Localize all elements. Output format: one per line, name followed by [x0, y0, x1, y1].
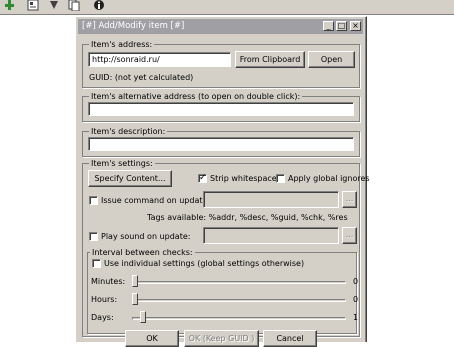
- settings-group: Item's settings: Specify Content... ✓ St…: [82, 159, 370, 337]
- maximize-button[interactable]: □: [336, 21, 347, 31]
- interval-group-label: Interval between checks:: [90, 248, 195, 257]
- command-input[interactable]: [203, 191, 339, 208]
- use-individual-settings-checkbox[interactable]: [92, 259, 101, 268]
- minutes-value: 0: [353, 277, 359, 286]
- browse-command-button[interactable]: ...: [342, 191, 357, 208]
- alt-address-input[interactable]: [88, 102, 354, 116]
- copy-icon[interactable]: [68, 0, 80, 11]
- dialog-title: [#] Add/Modify item [#]: [82, 21, 185, 31]
- address-group-label: Item's address:: [89, 40, 155, 49]
- alt-address-group: Item's alternative address (to open on d…: [82, 92, 360, 122]
- add-icon[interactable]: [4, 0, 16, 11]
- days-label: Days:: [91, 313, 114, 322]
- refresh-icon[interactable]: [48, 0, 60, 11]
- open-button[interactable]: Open: [308, 51, 355, 68]
- info-icon[interactable]: [93, 0, 105, 11]
- alt-address-group-label: Item's alternative address (to open on d…: [89, 92, 303, 101]
- interval-group: Interval between checks: Use individual …: [87, 248, 359, 334]
- browse-sound-button[interactable]: ...: [342, 227, 357, 244]
- days-slider-track: [132, 317, 346, 320]
- issue-command-label: Issue command on update:: [101, 196, 211, 205]
- ok-keep-guid-button[interactable]: OK (Keep GUID ): [184, 330, 259, 347]
- settings-group-label: Item's settings:: [89, 159, 155, 168]
- tags-available-text: Tags available: %addr, %desc, %guid, %ch…: [147, 213, 348, 222]
- hours-value: 0: [353, 295, 359, 304]
- dialog-titlebar[interactable]: [#] Add/Modify item [#] _ □ ×: [78, 19, 363, 34]
- minutes-slider-track: [132, 281, 346, 284]
- issue-command-checkbox[interactable]: [89, 196, 98, 205]
- use-individual-settings-label: Use individual settings (global settings…: [104, 259, 305, 268]
- from-clipboard-button[interactable]: From Clipboard: [235, 51, 305, 68]
- sound-input[interactable]: [203, 227, 339, 244]
- specify-content-button[interactable]: Specify Content...: [88, 170, 172, 187]
- play-sound-checkbox[interactable]: [89, 232, 98, 241]
- apply-global-ignores-label: Apply global ignores: [288, 174, 370, 183]
- description-input[interactable]: [88, 137, 354, 151]
- strip-whitespaces-label: Strip whitespaces: [210, 174, 281, 183]
- hours-slider-track: [132, 299, 346, 302]
- apply-global-ignores-checkbox[interactable]: [276, 174, 285, 183]
- properties-icon[interactable]: [27, 0, 39, 11]
- cancel-button[interactable]: Cancel: [263, 330, 317, 347]
- days-slider[interactable]: [140, 311, 147, 323]
- minutes-slider[interactable]: [132, 275, 138, 287]
- days-value: 1: [353, 313, 359, 322]
- hours-slider[interactable]: [132, 293, 138, 305]
- address-group: Item's address: http://sonraid.ru/ From …: [82, 40, 360, 88]
- address-input[interactable]: http://sonraid.ru/: [88, 52, 231, 67]
- guid-text: GUID: (not yet calculated): [89, 73, 194, 82]
- hours-label: Hours:: [91, 295, 118, 304]
- checkmark-icon: ✓: [199, 173, 207, 183]
- close-button[interactable]: ×: [350, 21, 361, 31]
- minutes-label: Minutes:: [91, 277, 126, 286]
- ok-button[interactable]: OK: [125, 330, 179, 347]
- play-sound-label: Play sound on update:: [101, 232, 191, 241]
- strip-whitespaces-checkbox[interactable]: ✓: [198, 173, 207, 183]
- minimize-button[interactable]: _: [323, 21, 334, 31]
- description-group: Item's description:: [82, 127, 360, 157]
- add-modify-item-dialog: [#] Add/Modify item [#] _ □ × Item's add…: [75, 16, 370, 347]
- toolbar: [0, 0, 454, 15]
- description-group-label: Item's description:: [89, 127, 168, 136]
